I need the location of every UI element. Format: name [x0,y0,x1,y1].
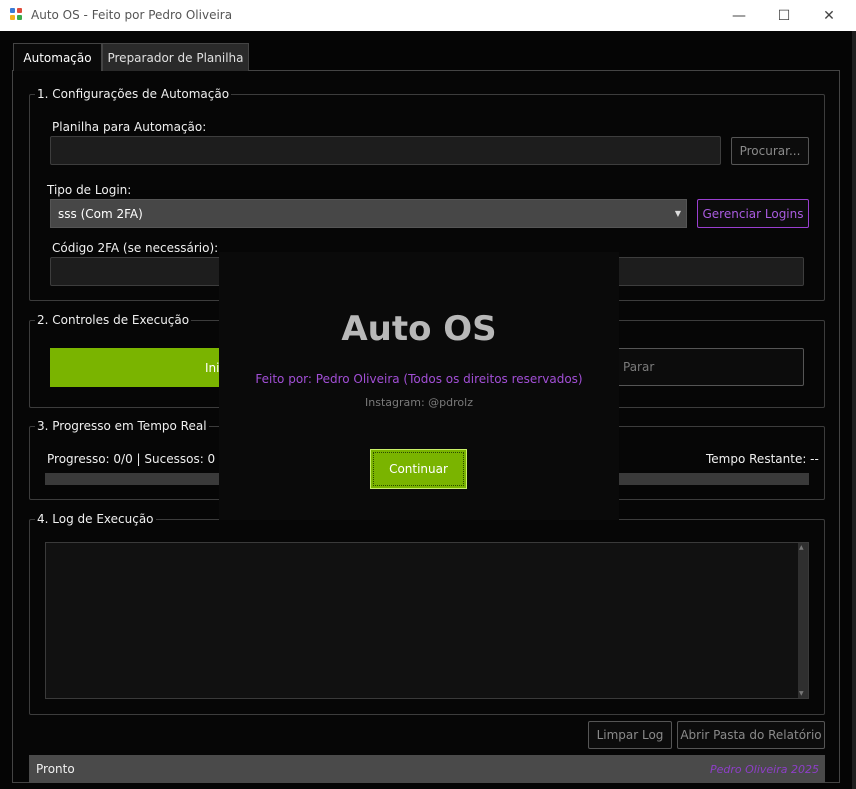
open-report-folder-button[interactable]: Abrir Pasta do Relatório [677,721,825,749]
time-remaining-text: Tempo Restante: -- [706,452,819,466]
splash-instagram: Instagram: @pdrolz [365,396,473,409]
login-type-label: Tipo de Login: [47,183,132,197]
sheet-label: Planilha para Automação: [52,120,207,134]
chevron-down-icon: ▼ [674,209,681,218]
status-credit: Pedro Oliveira 2025 [710,763,819,776]
splash-credit: Feito por: Pedro Oliveira (Todos os dire… [255,372,583,386]
twofa-label: Código 2FA (se necessário): [52,241,219,255]
config-group-title: 1. Configurações de Automação [35,87,232,101]
log-textarea[interactable] [45,542,809,699]
controls-group-title: 2. Controles de Execução [35,313,192,327]
tab-automacao[interactable]: Automação [13,43,102,71]
minimize-button[interactable]: — [716,0,762,31]
progress-group-title: 3. Progresso em Tempo Real [35,419,209,433]
splash-dialog: Auto OS Feito por: Pedro Oliveira (Todos… [219,252,619,520]
browse-button[interactable]: Procurar... [731,137,809,165]
manage-logins-button[interactable]: Gerenciar Logins [697,199,809,228]
log-group-title: 4. Log de Execução [35,512,156,526]
title-bar: Auto OS - Feito por Pedro Oliveira — ☐ ✕ [0,0,856,31]
tab-preparador-planilha[interactable]: Preparador de Planilha [102,43,249,71]
status-text: Pronto [36,762,75,776]
background-window-edge [852,31,856,789]
app-icon [10,8,24,22]
continue-button[interactable]: Continuar [370,449,467,489]
close-button[interactable]: ✕ [806,0,852,31]
log-scrollbar[interactable]: ▲ ▼ [798,543,808,698]
splash-title: Auto OS [341,309,497,349]
scroll-up-icon[interactable]: ▲ [799,544,804,551]
login-type-value: sss (Com 2FA) [58,206,143,221]
clear-log-button[interactable]: Limpar Log [588,721,672,749]
sheet-path-input[interactable] [50,136,721,165]
window-title: Auto OS - Feito por Pedro Oliveira [31,8,233,22]
status-bar: Pronto Pedro Oliveira 2025 [29,755,825,783]
maximize-button[interactable]: ☐ [761,0,807,31]
login-type-select[interactable]: sss (Com 2FA) ▼ [50,199,687,228]
scroll-down-icon[interactable]: ▼ [799,690,804,697]
